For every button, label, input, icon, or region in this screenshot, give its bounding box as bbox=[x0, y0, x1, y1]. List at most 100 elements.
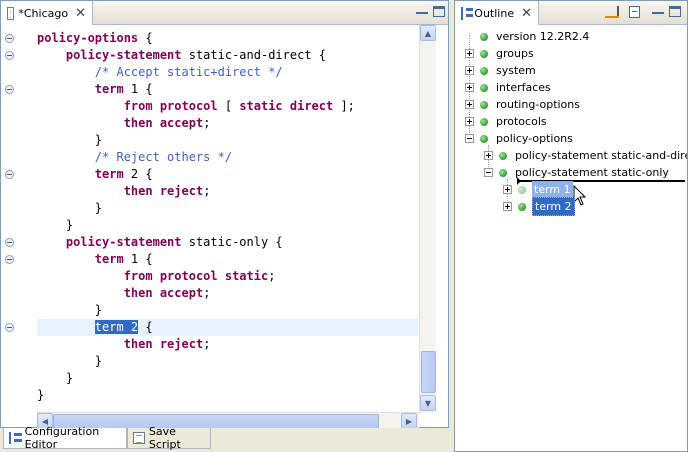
code-text: } bbox=[94, 133, 103, 147]
vertical-scroll-thumb[interactable] bbox=[421, 351, 436, 393]
expand-icon[interactable] bbox=[503, 185, 512, 194]
code-line[interactable]: then reject; bbox=[37, 336, 211, 353]
code-keyword: from protocol static bbox=[123, 269, 269, 283]
fold-collapse-icon[interactable] bbox=[5, 255, 14, 264]
close-tab-icon[interactable]: ✕ bbox=[75, 7, 86, 20]
code-keyword: then accept bbox=[123, 116, 204, 130]
outline-maximize-icon[interactable] bbox=[669, 6, 681, 17]
expand-icon[interactable] bbox=[465, 100, 474, 109]
tree-node[interactable]: groups bbox=[465, 45, 536, 62]
code-text: } bbox=[94, 303, 103, 317]
minimize-icon[interactable] bbox=[416, 6, 428, 14]
tree-node[interactable]: routing-options bbox=[465, 96, 582, 113]
code-line[interactable]: term 2 { bbox=[37, 319, 418, 336]
code-line[interactable]: term 1 { bbox=[37, 81, 153, 98]
code-line[interactable]: } bbox=[37, 302, 102, 319]
scroll-down-icon[interactable]: ▼ bbox=[420, 395, 436, 411]
save-script-icon bbox=[133, 432, 145, 444]
code-keyword: static direct bbox=[239, 99, 334, 113]
code-text: { bbox=[138, 31, 153, 45]
tree-node-label: protocols bbox=[496, 115, 547, 128]
code-line[interactable]: } bbox=[37, 370, 73, 387]
expand-icon[interactable] bbox=[484, 151, 493, 160]
tab-outline-label: Outline bbox=[474, 6, 515, 20]
tree-node[interactable]: term 1 bbox=[503, 181, 573, 198]
fold-collapse-icon[interactable] bbox=[5, 238, 14, 247]
tree-node[interactable]: policy-statement static-and-direct bbox=[484, 147, 687, 164]
close-outline-icon[interactable]: ✕ bbox=[521, 7, 532, 20]
code-keyword: term bbox=[94, 167, 124, 181]
code-line[interactable]: /* Reject others */ bbox=[37, 149, 232, 166]
maximize-icon[interactable] bbox=[433, 6, 445, 17]
code-line[interactable]: } bbox=[37, 353, 102, 370]
outline-minimize-icon[interactable] bbox=[652, 6, 664, 14]
outline-tree[interactable]: version 12.2R2.4 groups system interfaces ro… bbox=[455, 25, 687, 451]
outline-icon bbox=[461, 6, 474, 20]
code-line[interactable]: } bbox=[37, 132, 102, 149]
code-line[interactable]: } bbox=[37, 387, 44, 404]
collapse-icon[interactable] bbox=[484, 168, 493, 177]
tab-save-script[interactable]: Save Script bbox=[127, 425, 211, 451]
expand-icon[interactable] bbox=[465, 117, 474, 126]
tab-chicago[interactable]: *Chicago ✕ bbox=[1, 1, 93, 25]
expand-icon[interactable] bbox=[503, 202, 512, 211]
link-with-editor-icon[interactable] bbox=[605, 6, 619, 18]
tree-node[interactable]: policy-options bbox=[465, 130, 575, 147]
code-line[interactable]: term 2 { bbox=[37, 166, 153, 183]
tree-node[interactable]: version 12.2R2.4 bbox=[465, 28, 591, 45]
expand-icon[interactable] bbox=[465, 83, 474, 92]
code-line[interactable]: /* Accept static+direct */ bbox=[37, 64, 283, 81]
expand-icon[interactable] bbox=[465, 66, 474, 75]
tree-node[interactable]: interfaces bbox=[465, 79, 553, 96]
outline-tabbar: Outline ✕ bbox=[455, 1, 687, 25]
folding-ruler bbox=[1, 25, 18, 413]
code-text-area[interactable]: policy-options { policy-statement static… bbox=[37, 25, 418, 413]
fold-collapse-icon[interactable] bbox=[5, 85, 14, 94]
config-node-icon bbox=[518, 202, 526, 211]
tree-node[interactable]: term 2 bbox=[503, 197, 575, 216]
fold-collapse-icon[interactable] bbox=[5, 323, 14, 332]
code-selection: term 2 bbox=[94, 320, 139, 334]
code-keyword: policy-statement bbox=[65, 235, 182, 249]
tab-configuration-editor[interactable]: Configuration Editor bbox=[3, 425, 127, 451]
tree-node[interactable]: policy-statement static-only bbox=[484, 164, 671, 181]
config-node-icon bbox=[499, 151, 507, 160]
code-text: 1 { bbox=[123, 252, 153, 266]
fold-collapse-icon[interactable] bbox=[5, 51, 14, 60]
code-text: } bbox=[94, 201, 103, 215]
scroll-up-icon[interactable]: ▲ bbox=[420, 25, 436, 41]
code-line[interactable]: then reject; bbox=[37, 183, 211, 200]
expand-icon[interactable] bbox=[465, 49, 474, 58]
code-text: 2 { bbox=[123, 167, 153, 181]
code-line[interactable]: policy-options { bbox=[37, 30, 153, 47]
collapse-icon[interactable] bbox=[465, 134, 474, 143]
code-line[interactable]: } bbox=[37, 200, 102, 217]
fold-collapse-icon[interactable] bbox=[5, 34, 14, 43]
code-line[interactable]: term 1 { bbox=[37, 251, 153, 268]
code-line[interactable]: policy-statement static-and-direct { bbox=[37, 47, 326, 64]
fold-collapse-icon[interactable] bbox=[5, 170, 14, 179]
collapse-all-icon[interactable] bbox=[629, 6, 640, 18]
code-line[interactable]: from protocol [ static direct ]; bbox=[37, 98, 355, 115]
code-line[interactable]: } bbox=[37, 217, 73, 234]
code-line[interactable]: then accept; bbox=[37, 285, 211, 302]
config-node-icon bbox=[480, 49, 488, 58]
tree-node[interactable]: protocols bbox=[465, 113, 549, 130]
code-text: ; bbox=[268, 269, 276, 283]
code-line[interactable]: from protocol static; bbox=[37, 268, 276, 285]
tree-node[interactable]: system bbox=[465, 62, 538, 79]
code-line[interactable]: then accept; bbox=[37, 115, 211, 132]
scroll-right-icon[interactable]: ▶ bbox=[401, 413, 417, 429]
editor-vertical-scrollbar[interactable]: ▲ ▼ bbox=[419, 25, 436, 413]
code-text: } bbox=[94, 354, 103, 368]
tab-outline[interactable]: Outline ✕ bbox=[455, 1, 539, 25]
code-line[interactable]: policy-statement static-only { bbox=[37, 234, 283, 251]
